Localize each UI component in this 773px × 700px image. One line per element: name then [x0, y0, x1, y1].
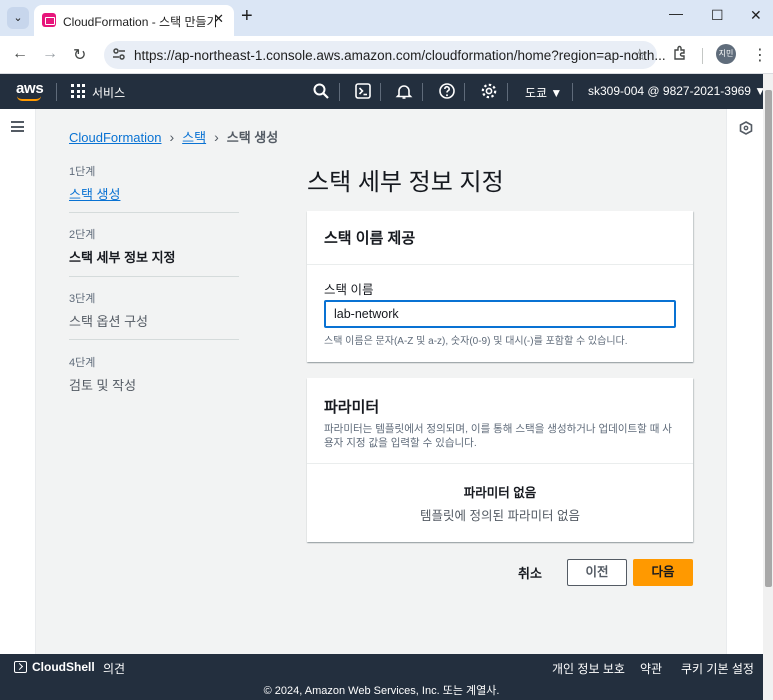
cloudshell-link[interactable]: CloudShell	[32, 660, 95, 674]
breadcrumb-cloudformation[interactable]: CloudFormation	[69, 130, 162, 145]
nav-divider	[339, 83, 340, 101]
address-bar[interactable]: https://ap-northeast-1.console.aws.amazo…	[104, 41, 666, 69]
back-icon[interactable]: ←	[12, 45, 28, 63]
cloudformation-favicon-icon	[42, 13, 56, 27]
panel-description: 파라미터는 템플릿에서 정의되며, 이를 통해 스택을 생성하거나 업데이트할 …	[324, 423, 672, 449]
step-label: 검토 및 작성	[69, 378, 137, 393]
nav-divider	[56, 83, 57, 101]
next-button[interactable]: 다음	[633, 559, 693, 586]
wizard-step-3: 3단계 스택 옵션 구성	[69, 290, 239, 330]
privacy-link[interactable]: 개인 정보 보호	[552, 660, 625, 677]
step-label: 스택 옵션 구성	[69, 314, 148, 329]
feedback-link[interactable]: 의견	[103, 660, 125, 677]
wizard-step-4: 4단계 검토 및 작성	[69, 354, 239, 394]
more-menu-icon[interactable]: ⋮	[752, 45, 768, 65]
step-divider	[69, 339, 239, 340]
site-settings-icon[interactable]	[112, 47, 126, 61]
side-nav-strip	[0, 109, 36, 654]
bookmark-star-icon[interactable]: ☆	[633, 45, 647, 65]
settings-gear-icon[interactable]	[480, 82, 498, 100]
stack-name-panel: 스택 이름 제공 스택 이름 스택 이름은 문자(A-Z 및 a-z), 숫자(…	[307, 211, 693, 362]
nav-divider	[507, 83, 508, 101]
reload-icon[interactable]: ↻	[73, 45, 86, 65]
page-scrollbar[interactable]	[763, 74, 773, 700]
stack-name-input[interactable]	[324, 300, 676, 328]
menu-hamburger-icon[interactable]	[11, 121, 24, 132]
browser-tab[interactable]: CloudFormation - 스택 만들기 ✕	[34, 5, 234, 36]
minimize-icon[interactable]: —	[669, 5, 683, 21]
maximize-icon[interactable]: ☐	[711, 7, 724, 24]
tab-title: CloudFormation - 스택 만들기	[63, 15, 218, 29]
search-icon[interactable]	[312, 82, 330, 100]
step-label-current: 스택 세부 정보 지정	[69, 250, 176, 265]
empty-state-description: 템플릿에 정의된 파라미터 없음	[420, 509, 580, 523]
parameters-panel: 파라미터 파라미터는 템플릿에서 정의되며, 이를 통해 스택을 생성하거나 업…	[307, 378, 693, 542]
panel-title: 파라미터	[324, 399, 380, 416]
help-icon[interactable]	[438, 82, 456, 100]
info-panel-icon[interactable]	[739, 121, 753, 135]
wizard-step-1: 1단계 스택 생성	[69, 163, 239, 203]
window-close-icon[interactable]: ✕	[750, 7, 762, 24]
nav-divider	[380, 83, 381, 101]
cloudshell-icon[interactable]	[354, 82, 372, 100]
browser-tab-strip: ⌄ CloudFormation - 스택 만들기 ✕ + — ☐ ✕	[0, 0, 773, 36]
nav-divider	[572, 83, 573, 101]
extensions-icon[interactable]	[672, 45, 688, 61]
chevron-down-icon[interactable]: ⌄	[7, 7, 29, 29]
step-number: 4단계	[69, 357, 96, 369]
profile-avatar[interactable]: 지민	[716, 44, 736, 64]
close-icon[interactable]: ✕	[213, 11, 224, 27]
step-number: 2단계	[69, 229, 96, 241]
panel-header: 파라미터 파라미터는 템플릿에서 정의되며, 이를 통해 스택을 생성하거나 업…	[307, 378, 693, 464]
region-selector[interactable]: 도쿄 ▼	[525, 84, 562, 101]
stack-name-hint: 스택 이름은 문자(A-Z 및 a-z), 숫자(0-9) 및 대시(-)를 포…	[324, 336, 628, 347]
cloudshell-icon[interactable]	[14, 661, 27, 673]
forward-icon[interactable]: →	[42, 45, 58, 63]
empty-state-title: 파라미터 없음	[463, 486, 537, 500]
wizard-step-2: 2단계 스택 세부 정보 지정	[69, 226, 239, 266]
account-menu[interactable]: sk309-004 @ 9827-2021-3969 ▼	[588, 84, 766, 98]
breadcrumb-current: 스택 생성	[226, 130, 279, 145]
copyright-text: © 2024, Amazon Web Services, Inc. 또는 계열사…	[263, 685, 500, 697]
notifications-bell-icon[interactable]	[395, 82, 413, 100]
console-footer: CloudShell 의견 개인 정보 보호 약관 쿠키 기본 설정 © 202…	[0, 654, 763, 700]
previous-button[interactable]: 이전	[567, 559, 627, 586]
tools-panel-strip	[726, 109, 763, 654]
stack-name-label: 스택 이름	[324, 283, 374, 297]
services-menu[interactable]: 서비스	[92, 84, 125, 101]
page-title: 스택 세부 정보 지정	[307, 169, 504, 196]
nav-divider	[422, 83, 423, 101]
panel-header: 스택 이름 제공	[307, 211, 693, 265]
step-link-create-stack[interactable]: 스택 생성	[69, 184, 239, 203]
aws-logo[interactable]: aws	[16, 80, 44, 97]
step-number: 3단계	[69, 293, 96, 305]
panel-title: 스택 이름 제공	[324, 230, 416, 247]
cookie-preferences-link[interactable]: 쿠키 기본 설정	[681, 660, 754, 677]
new-tab-icon[interactable]: +	[241, 5, 253, 28]
nav-divider	[464, 83, 465, 101]
services-grid-icon[interactable]	[71, 84, 85, 98]
browser-toolbar: ← → ↻ https://ap-northeast-1.console.aws…	[0, 36, 773, 74]
chevron-right-icon: ›	[214, 129, 219, 145]
url-text: https://ap-northeast-1.console.aws.amazo…	[134, 48, 666, 63]
breadcrumb-stacks[interactable]: 스택	[182, 130, 206, 145]
cancel-button[interactable]: 취소	[518, 563, 542, 582]
aws-top-nav: aws 서비스 도쿄 ▼ sk309-004 @ 9827-2021-3969 …	[0, 74, 766, 109]
chevron-right-icon: ›	[169, 129, 175, 145]
step-number: 1단계	[69, 166, 96, 178]
terms-link[interactable]: 약관	[640, 660, 662, 677]
breadcrumb: CloudFormation › 스택 › 스택 생성	[69, 127, 278, 146]
toolbar-divider	[702, 48, 703, 64]
scrollbar-thumb[interactable]	[765, 90, 772, 587]
step-divider	[69, 212, 239, 213]
step-divider	[69, 276, 239, 277]
aws-logo-smile	[17, 96, 41, 101]
